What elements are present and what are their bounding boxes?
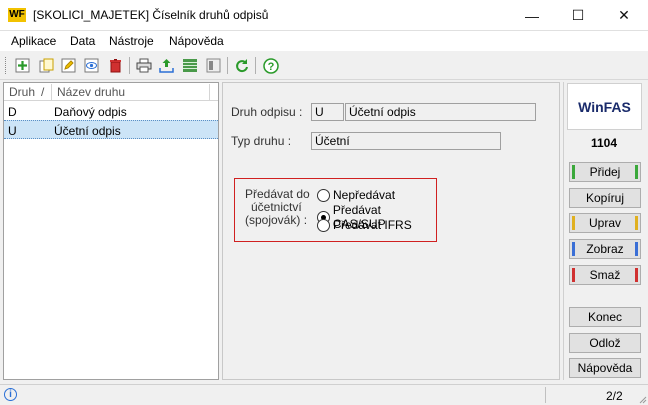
add-icon[interactable] — [13, 56, 32, 75]
columns-icon[interactable] — [204, 56, 223, 75]
menu-aplikace[interactable]: Aplikace — [11, 34, 56, 48]
button-label: Smaž — [589, 268, 621, 282]
toolbar-separator — [227, 57, 228, 74]
radio-circle[interactable] — [317, 188, 330, 202]
druh-odpisu-label: Druh odpisu : — [231, 105, 303, 119]
cell-druh: D — [8, 105, 17, 119]
column-divider[interactable] — [51, 84, 52, 100]
resize-grip-icon[interactable] — [637, 394, 647, 404]
button-accent — [572, 216, 575, 230]
column-header-nazev[interactable]: Název druhu — [57, 85, 125, 99]
zobraz-button[interactable]: Zobraz — [569, 239, 641, 259]
print-icon[interactable] — [134, 56, 153, 75]
smaz-button[interactable]: Smaž — [569, 265, 641, 285]
button-label: Uprav — [588, 216, 621, 230]
menu-bar: Aplikace Data Nástroje Nápověda — [0, 31, 648, 51]
button-label: Konec — [587, 310, 623, 324]
title-bar: WF [SKOLICI_MAJETEK] Číselník druhů odpi… — [0, 0, 648, 31]
menu-nastroje[interactable]: Nástroje — [109, 34, 154, 48]
kopiruj-button[interactable]: Kopíruj — [569, 188, 641, 208]
record-position: 2/2 — [606, 389, 623, 403]
delete-icon[interactable] — [106, 56, 125, 75]
button-label: Zobraz — [586, 242, 624, 256]
button-label: Odlož — [589, 336, 621, 350]
program-code: 1104 — [590, 136, 618, 150]
button-label: Kopíruj — [585, 191, 625, 205]
button-accent — [635, 165, 638, 179]
predavat-label: účetnictví — [251, 200, 302, 214]
radio-label: Předávat IFRS — [333, 218, 412, 232]
odloz-button[interactable]: Odlož — [569, 333, 641, 353]
konec-button[interactable]: Konec — [569, 307, 641, 327]
button-accent — [635, 268, 638, 282]
table-row[interactable]: D Daňový odpis — [4, 102, 218, 121]
table-row-selected[interactable]: U Účetní odpis — [4, 120, 218, 139]
typ-druhu-field[interactable]: Účetní — [311, 132, 501, 150]
export-icon[interactable] — [157, 56, 176, 75]
view-icon[interactable] — [82, 56, 101, 75]
help-icon[interactable]: ? — [261, 56, 280, 75]
button-accent — [572, 165, 575, 179]
toolbar: ? — [0, 51, 648, 80]
toolbar-grip — [5, 57, 8, 74]
typ-druhu-label: Typ druhu : — [231, 134, 292, 148]
svg-text:?: ? — [267, 61, 274, 73]
uprav-button[interactable]: Uprav — [569, 213, 641, 233]
minimize-button[interactable]: — — [509, 0, 555, 31]
cell-nazev: Účetní odpis — [54, 124, 121, 138]
druh-code-field[interactable]: U — [311, 103, 344, 121]
window-title: [SKOLICI_MAJETEK] Číselník druhů odpisů — [33, 8, 269, 22]
radio-nepredavat[interactable]: Nepředávat — [317, 188, 395, 202]
druh-name-field[interactable]: Účetní odpis — [345, 103, 536, 121]
column-header-druh[interactable]: Druh — [9, 85, 35, 99]
predavat-radio-group: Předávat do účetnictví (spojovák) : Nepř… — [234, 178, 437, 242]
cell-druh: U — [8, 124, 17, 138]
winfas-logo: WinFAS — [567, 83, 642, 130]
info-icon[interactable]: i — [4, 388, 17, 401]
status-bar: i 2/2 — [0, 384, 648, 405]
edit-icon[interactable] — [59, 56, 78, 75]
predavat-label: (spojovák) : — [245, 213, 308, 227]
copy-icon[interactable] — [37, 56, 56, 75]
status-divider — [545, 387, 546, 403]
radio-label: Nepředávat — [333, 188, 396, 202]
button-accent — [572, 242, 575, 256]
button-accent — [572, 268, 575, 282]
button-accent — [635, 242, 638, 256]
menu-data[interactable]: Data — [70, 34, 95, 48]
app-logo-icon: WF — [8, 8, 26, 22]
radio-predavat-ifrs[interactable]: Předávat IFRS — [317, 218, 412, 232]
button-label: Nápověda — [577, 361, 633, 375]
predavat-label: Předávat do — [245, 187, 310, 201]
close-button[interactable]: ✕ — [601, 0, 647, 31]
menu-napoveda[interactable]: Nápověda — [169, 34, 224, 48]
sort-indicator: / — [41, 85, 45, 99]
druhy-list[interactable]: Druh / Název druhu D Daňový odpis U Účet… — [3, 82, 219, 380]
toolbar-separator — [255, 57, 256, 74]
radio-circle[interactable] — [317, 218, 330, 232]
list-header: Druh / Název druhu — [4, 83, 218, 101]
column-divider[interactable] — [209, 84, 210, 100]
button-accent — [635, 216, 638, 230]
refresh-icon[interactable] — [232, 56, 251, 75]
toolbar-separator — [129, 57, 130, 74]
maximize-button[interactable]: ☐ — [555, 0, 601, 31]
grid-icon[interactable] — [180, 56, 199, 75]
pridej-button[interactable]: Přidej — [569, 162, 641, 182]
cell-nazev: Daňový odpis — [54, 105, 127, 119]
button-label: Přidej — [589, 165, 621, 179]
napoveda-button[interactable]: Nápověda — [569, 358, 641, 378]
